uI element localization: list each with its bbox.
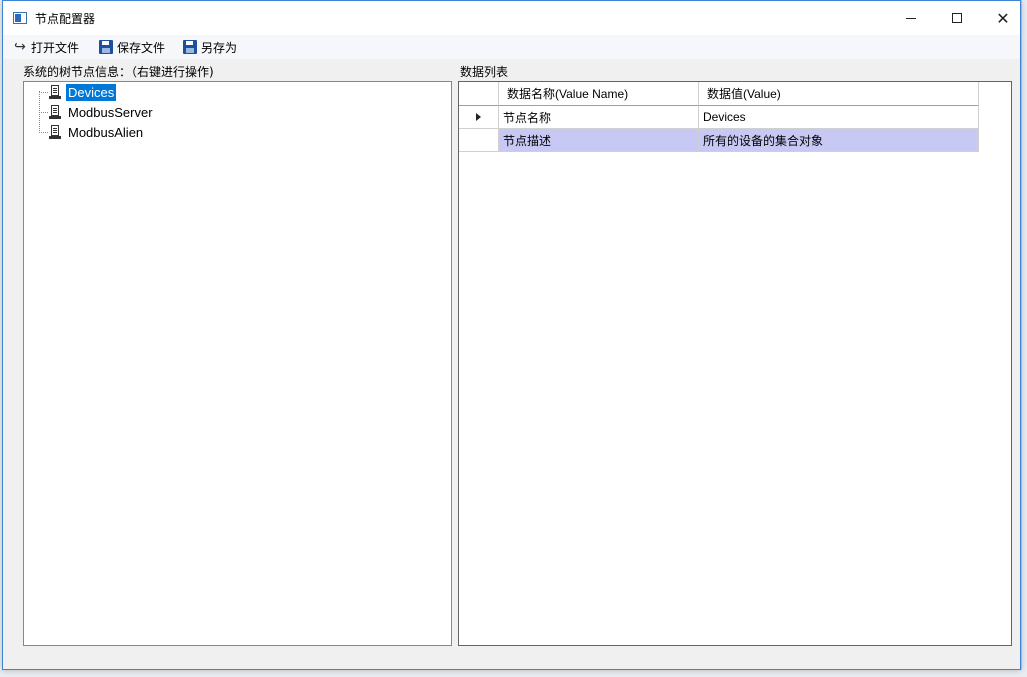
row-header[interactable] <box>459 129 499 152</box>
node-tree[interactable]: Devices ModbusServer ModbusAlien <box>23 81 452 646</box>
column-header-name[interactable]: 数据名称(Value Name) <box>499 82 699 106</box>
tree-section-label: 系统的树节点信息：（右键进行操作) <box>23 65 214 79</box>
toolbar: ↪ 打开文件 保存文件 另存为 <box>3 35 1020 59</box>
grid-section-label: 数据列表 <box>460 65 509 79</box>
minimize-icon <box>906 17 916 19</box>
table-row[interactable]: 节点描述 所有的设备的集合对象 <box>459 129 979 152</box>
cell-name[interactable]: 节点名称 <box>499 106 699 129</box>
row-header[interactable] <box>459 106 499 129</box>
save-file-button[interactable]: 保存文件 <box>99 38 165 56</box>
node-configurator-window: 节点配置器 ✕ ↪ 打开文件 保存文件 另存为 系统的树节点信息：（右键进行操作… <box>2 0 1021 670</box>
data-grid[interactable]: 数据名称(Value Name) 数据值(Value) 节点名称 Devices… <box>458 81 1012 646</box>
redo-arrow-icon: ↪ <box>14 39 26 55</box>
close-icon: ✕ <box>996 8 1010 28</box>
close-button[interactable]: ✕ <box>980 1 1026 35</box>
server-icon <box>49 105 61 119</box>
row-header-corner[interactable] <box>459 82 499 106</box>
tree-connector <box>39 112 48 113</box>
open-file-button[interactable]: ↪ 打开文件 <box>13 38 79 56</box>
minimize-button[interactable] <box>888 1 934 35</box>
title-bar[interactable]: 节点配置器 ✕ <box>3 1 1020 35</box>
tree-connector <box>39 91 40 131</box>
tree-node-modbusalien[interactable]: ModbusAlien <box>66 124 145 141</box>
open-file-label: 打开文件 <box>31 40 80 55</box>
floppy-disk-icon <box>183 40 197 54</box>
maximize-icon <box>952 13 962 23</box>
tree-connector <box>39 92 48 93</box>
window-title: 节点配置器 <box>35 12 96 26</box>
save-as-label: 另存为 <box>201 40 238 55</box>
cell-value[interactable]: Devices <box>699 106 979 129</box>
cell-value[interactable]: 所有的设备的集合对象 <box>699 129 979 152</box>
background-window-edge <box>1021 0 1027 677</box>
background-window-bottom <box>0 670 1027 677</box>
maximize-button[interactable] <box>934 1 980 35</box>
tree-node-devices[interactable]: Devices <box>66 84 117 101</box>
tree-connector <box>39 132 48 133</box>
current-row-arrow-icon <box>476 113 481 121</box>
column-header-value[interactable]: 数据值(Value) <box>699 82 979 106</box>
grid-header-row: 数据名称(Value Name) 数据值(Value) <box>459 82 979 106</box>
floppy-disk-icon <box>99 40 113 54</box>
table-row[interactable]: 节点名称 Devices <box>459 106 979 129</box>
server-icon <box>49 125 61 139</box>
app-icon <box>13 12 27 24</box>
server-icon <box>49 85 61 99</box>
save-as-button[interactable]: 另存为 <box>183 38 237 56</box>
cell-name[interactable]: 节点描述 <box>499 129 699 152</box>
tree-node-modbusserver[interactable]: ModbusServer <box>66 104 155 121</box>
save-file-label: 保存文件 <box>117 40 166 55</box>
